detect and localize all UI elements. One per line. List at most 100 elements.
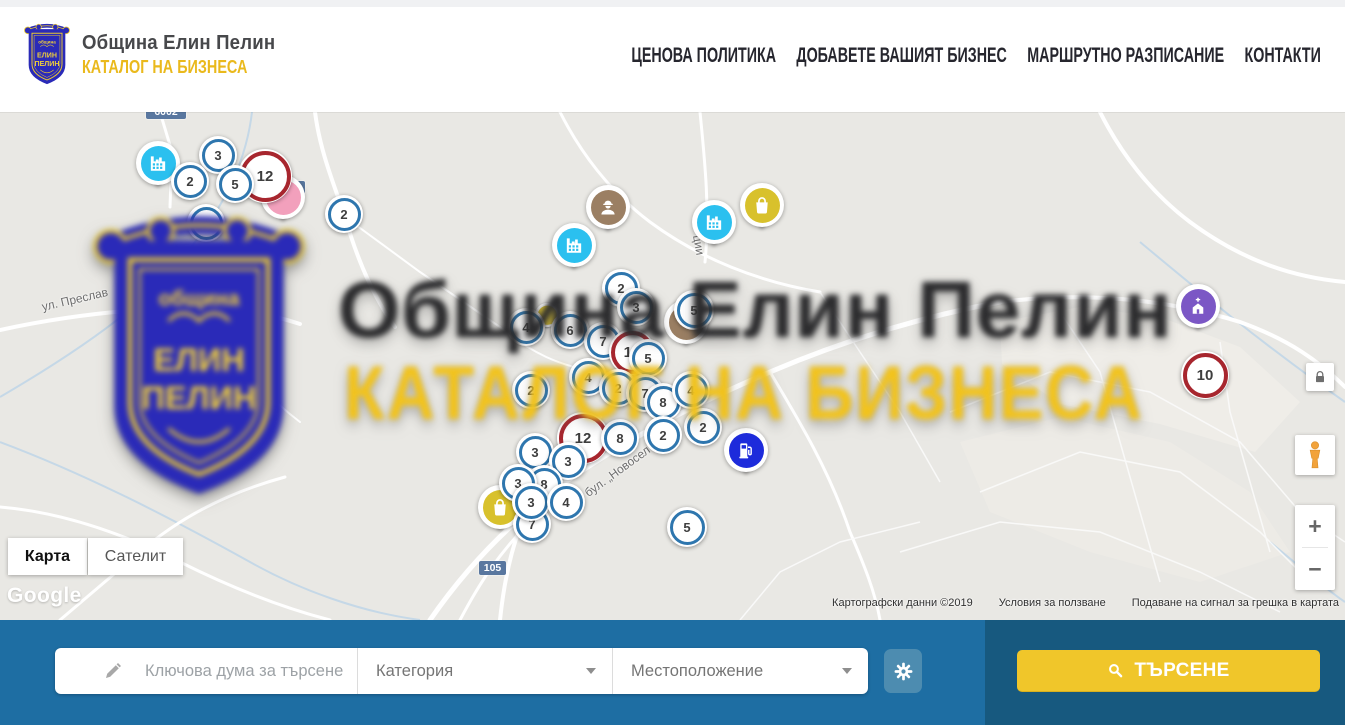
road-shield: 6002 — [146, 112, 186, 119]
map-pin-fuel[interactable] — [724, 428, 768, 488]
cluster-count: 2 — [174, 165, 207, 198]
nav-item-bus-schedule[interactable]: МАРШРУТНО РАЗПИСАНИЕ — [1027, 44, 1224, 68]
report-error-link[interactable]: Подаване на сигнал за грешка в картата — [1132, 597, 1339, 609]
chevron-down-icon — [842, 668, 852, 674]
chevron-down-icon — [586, 668, 596, 674]
cluster-count: 3 — [515, 486, 548, 519]
pin-body — [1176, 284, 1220, 328]
search-bar: Категория Местоположение ТЪРСЕНЕ — [0, 620, 1345, 725]
cluster-marker[interactable]: 3 — [512, 483, 550, 521]
map-data-copyright: Картографски данни ©2019 — [832, 597, 973, 609]
search-fields: Категория Местоположение — [55, 648, 868, 694]
zoom-control: + − — [1295, 505, 1335, 590]
worker-icon — [591, 190, 626, 225]
pin-body — [740, 183, 784, 227]
factory-icon — [141, 146, 176, 181]
bag-icon — [745, 188, 780, 223]
google-logo[interactable]: Google — [7, 584, 82, 608]
church-icon — [1181, 289, 1216, 324]
map-pin-factory[interactable] — [552, 223, 596, 283]
header: община ЕЛИН ПЕЛИН Община Елин Пелин КАТА… — [0, 0, 1345, 112]
factory-icon — [557, 228, 592, 263]
cluster-count: 3 — [519, 436, 552, 469]
cluster-marker[interactable]: 5 — [216, 165, 254, 203]
cluster-marker[interactable]: 5 — [667, 507, 707, 547]
site-title: Община Елин Пелин — [82, 33, 275, 53]
location-select[interactable]: Местоположение — [612, 648, 868, 694]
fuel-icon — [729, 433, 764, 468]
pegman-icon — [1302, 440, 1328, 470]
svg-text:ПЕЛИН: ПЕЛИН — [35, 60, 60, 68]
cluster-count: 5 — [670, 510, 705, 545]
main-nav: ЦЕНОВА ПОЛИТИКА ДОБАВЕТЕ ВАШИЯТ БИЗНЕС М… — [632, 0, 1321, 112]
pencil-icon — [103, 661, 123, 681]
category-select-label: Категория — [376, 662, 453, 681]
cluster-count: 4 — [675, 374, 708, 407]
cluster-count: 3 — [620, 291, 653, 324]
terms-link[interactable]: Условия за ползване — [999, 597, 1106, 609]
google-map[interactable]: 6002105ул. Преславбул. „Новоселции 12325… — [0, 112, 1345, 620]
nav-item-add-business[interactable]: ДОБАВЕТЕ ВАШИЯТ БИЗНЕС — [797, 44, 1007, 68]
zoom-out-button[interactable]: − — [1295, 548, 1335, 590]
cluster-count: 5 — [632, 342, 665, 375]
pin-body — [724, 428, 768, 472]
lock-control-button[interactable] — [1306, 363, 1334, 391]
cluster-marker[interactable]: 2 — [512, 371, 550, 409]
keyword-field[interactable] — [55, 648, 357, 694]
map-attribution: Картографски данни ©2019 Условия за полз… — [832, 597, 1339, 609]
cluster-marker[interactable]: 8 — [601, 419, 639, 457]
lock-icon — [1312, 369, 1328, 385]
pin-body — [552, 223, 596, 267]
svg-text:ЕЛИН: ЕЛИН — [37, 51, 57, 59]
map-type-satellite-button[interactable]: Сателит — [88, 538, 183, 575]
cluster-marker[interactable]: 10 — [1181, 351, 1229, 399]
map-type-control: Карта Сателит — [8, 538, 183, 575]
cluster-count: 6 — [554, 314, 587, 347]
road-shield: 105 — [479, 561, 506, 575]
cluster-count: 2 — [515, 374, 548, 407]
zoom-in-button[interactable]: + — [1295, 505, 1335, 547]
cluster-count: 5 — [677, 293, 712, 328]
cluster-count: 2 — [687, 411, 720, 444]
search-button[interactable]: ТЪРСЕНЕ — [1017, 650, 1320, 692]
pin-body — [692, 200, 736, 244]
map-type-map-button[interactable]: Карта — [8, 538, 87, 575]
keyword-input[interactable] — [143, 661, 357, 682]
cluster-marker[interactable]: 5 — [629, 339, 667, 377]
map-pin-bag[interactable] — [740, 183, 784, 243]
cluster-marker[interactable]: 4 — [672, 371, 710, 409]
cluster-count: 10 — [1183, 353, 1228, 398]
search-icon — [1107, 662, 1124, 679]
factory-icon — [697, 205, 732, 240]
cluster-marker[interactable]: 4 — [547, 483, 585, 521]
municipality-crest-icon: община ЕЛИН ПЕЛИН — [22, 23, 72, 86]
map-pin-factory[interactable] — [692, 200, 736, 260]
cluster-count: 4 — [510, 311, 543, 344]
cluster-count: 4 — [550, 486, 583, 519]
svg-text:община: община — [38, 38, 56, 44]
cluster-marker[interactable]: 2 — [684, 408, 722, 446]
cluster-marker[interactable]: 2 — [171, 162, 209, 200]
street-view-pegman-button[interactable] — [1295, 435, 1335, 475]
cluster-marker[interactable]: 2 — [325, 195, 363, 233]
nav-item-contacts[interactable]: КОНТАКТИ — [1245, 44, 1321, 68]
cluster-count: 5 — [219, 168, 252, 201]
cluster-count: 2 — [647, 419, 680, 452]
nav-item-pricing[interactable]: ЦЕНОВА ПОЛИТИКА — [632, 44, 777, 68]
cluster-marker[interactable] — [187, 204, 225, 242]
cluster-count — [190, 207, 223, 240]
cluster-marker[interactable]: 2 — [644, 416, 682, 454]
cluster-marker[interactable]: 3 — [617, 288, 655, 326]
category-select[interactable]: Категория — [357, 648, 612, 694]
location-select-label: Местоположение — [631, 662, 763, 681]
site-logo[interactable]: община ЕЛИН ПЕЛИН Община Елин Пелин КАТА… — [22, 23, 290, 86]
cluster-count: 8 — [604, 422, 637, 455]
map-pin-church[interactable] — [1176, 284, 1220, 344]
cluster-marker[interactable]: 5 — [674, 290, 714, 330]
search-button-label: ТЪРСЕНЕ — [1134, 660, 1229, 682]
advanced-search-button[interactable] — [884, 649, 922, 693]
cluster-count: 2 — [328, 198, 361, 231]
top-strip — [0, 0, 1345, 7]
gear-icon — [893, 661, 914, 682]
cluster-marker[interactable]: 4 — [507, 308, 545, 346]
